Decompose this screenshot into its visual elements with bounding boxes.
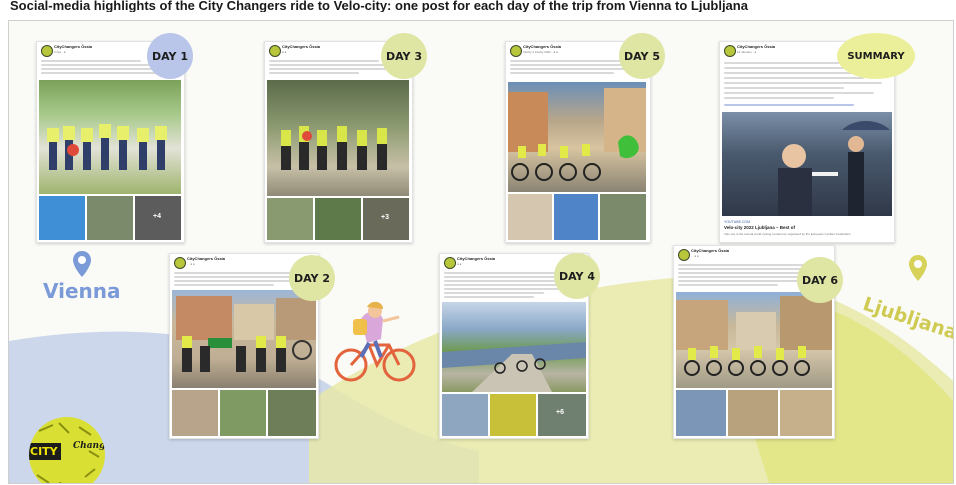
thumbnail-photo[interactable] xyxy=(268,390,316,436)
link-description: Velo-city is the annual world cycling co… xyxy=(724,232,851,236)
more-photos-count: +4 xyxy=(153,213,161,220)
group-photo[interactable] xyxy=(676,292,832,388)
more-photos-tile[interactable]: +6 xyxy=(538,394,586,436)
thumbnail-photo[interactable] xyxy=(728,390,778,436)
page-name: CityChangers Össia xyxy=(523,44,562,49)
avatar-icon xyxy=(444,257,456,269)
thumbnail-photo[interactable] xyxy=(172,390,218,436)
group-photo[interactable] xyxy=(267,80,409,196)
thumbnail-photo[interactable] xyxy=(39,196,85,240)
group-photo[interactable] xyxy=(39,80,181,194)
banner-text: Social-media highlights of the City Chan… xyxy=(10,0,748,12)
thumbnail-photo[interactable] xyxy=(780,390,832,436)
thumbnail-photo[interactable] xyxy=(442,394,488,436)
avatar-icon xyxy=(41,45,53,57)
location-pin-icon xyxy=(73,251,91,277)
more-photos-count: +3 xyxy=(381,214,389,221)
day-badge: DAY 5 xyxy=(619,33,665,79)
post-meta: 2 tips · ● xyxy=(54,50,66,54)
day-badge: DAY 1 xyxy=(147,33,193,79)
more-photos-tile[interactable]: +3 xyxy=(363,198,409,240)
avatar-icon xyxy=(269,45,281,57)
page-name: CityChangers Össia xyxy=(187,256,226,261)
day-badge: DAY 6 xyxy=(797,257,843,303)
link-domain: YOUTUBE.COM xyxy=(724,220,751,224)
post-header: CityChangers Össia ● ● xyxy=(444,256,554,271)
thumbnail-photo[interactable] xyxy=(508,194,552,240)
day-badge: DAY 2 xyxy=(289,255,335,301)
avatar-icon xyxy=(510,45,522,57)
thumbnail-photo[interactable] xyxy=(315,198,361,240)
thumbnail-photo[interactable] xyxy=(267,198,313,240)
group-photo[interactable] xyxy=(172,290,316,388)
page-name: CityChangers Össia xyxy=(691,248,730,253)
avatar-icon xyxy=(724,45,736,57)
post-meta: 12 January · ● xyxy=(737,50,757,54)
post-header: CityChangers Össia 12 January · ● xyxy=(724,44,834,59)
post-header: CityChangers Össia Inkcity 2 Inkcity 202… xyxy=(510,44,620,59)
link-title[interactable]: Velo-city 2022 Ljubljana – Best of xyxy=(724,225,795,230)
post-meta: ... ● ● xyxy=(691,254,699,258)
post-meta: ● ● xyxy=(282,50,287,54)
thumbnail-photo[interactable] xyxy=(87,196,133,240)
page-name: CityChangers Össia xyxy=(282,44,321,49)
video-thumbnail[interactable] xyxy=(722,112,892,216)
post-header: CityChangers Össia 2 tips · ● xyxy=(41,44,151,59)
thumbnail-photo[interactable] xyxy=(490,394,536,436)
city-label-start: Vienna xyxy=(43,279,121,303)
summary-badge: SUMMARY xyxy=(837,33,915,79)
logo-changers-text: Changers xyxy=(73,441,105,451)
avatar-icon xyxy=(678,249,690,261)
day-badge: DAY 4 xyxy=(554,253,600,299)
thumbnail-photo[interactable] xyxy=(554,194,598,240)
day-badge: DAY 3 xyxy=(381,33,427,79)
slide-canvas: Vienna Ljubljana CITY Changers CityChang… xyxy=(8,20,954,484)
post-header: CityChangers Össia ● ● xyxy=(269,44,379,59)
more-photos-count: +6 xyxy=(556,409,564,416)
page-name: CityChangers Össia xyxy=(737,44,776,49)
post-header: CityChangers Össia ... ● ● xyxy=(174,256,284,271)
post-header: CityChangers Össia ... ● ● xyxy=(678,248,788,263)
city-changers-logo: CITY Changers xyxy=(29,417,105,483)
page-name: CityChangers Össia xyxy=(457,256,496,261)
group-photo[interactable] xyxy=(442,302,586,392)
post-meta: Inkcity 2 Inkcity 2022 · ● ● xyxy=(523,50,558,54)
post-meta: ... ● ● xyxy=(187,262,195,266)
logo-city-text: CITY xyxy=(29,443,61,460)
group-photo[interactable] xyxy=(508,82,646,192)
thumbnail-photo[interactable] xyxy=(220,390,266,436)
thumbnail-photo[interactable] xyxy=(676,390,726,436)
cyclist-illustration xyxy=(334,301,416,382)
page-name: CityChangers Össia xyxy=(54,44,93,49)
thumbnail-photo[interactable] xyxy=(600,194,646,240)
location-pin-icon xyxy=(909,255,927,281)
avatar-icon xyxy=(174,257,186,269)
more-photos-tile[interactable]: +4 xyxy=(135,196,181,240)
post-meta: ● ● xyxy=(457,262,462,266)
